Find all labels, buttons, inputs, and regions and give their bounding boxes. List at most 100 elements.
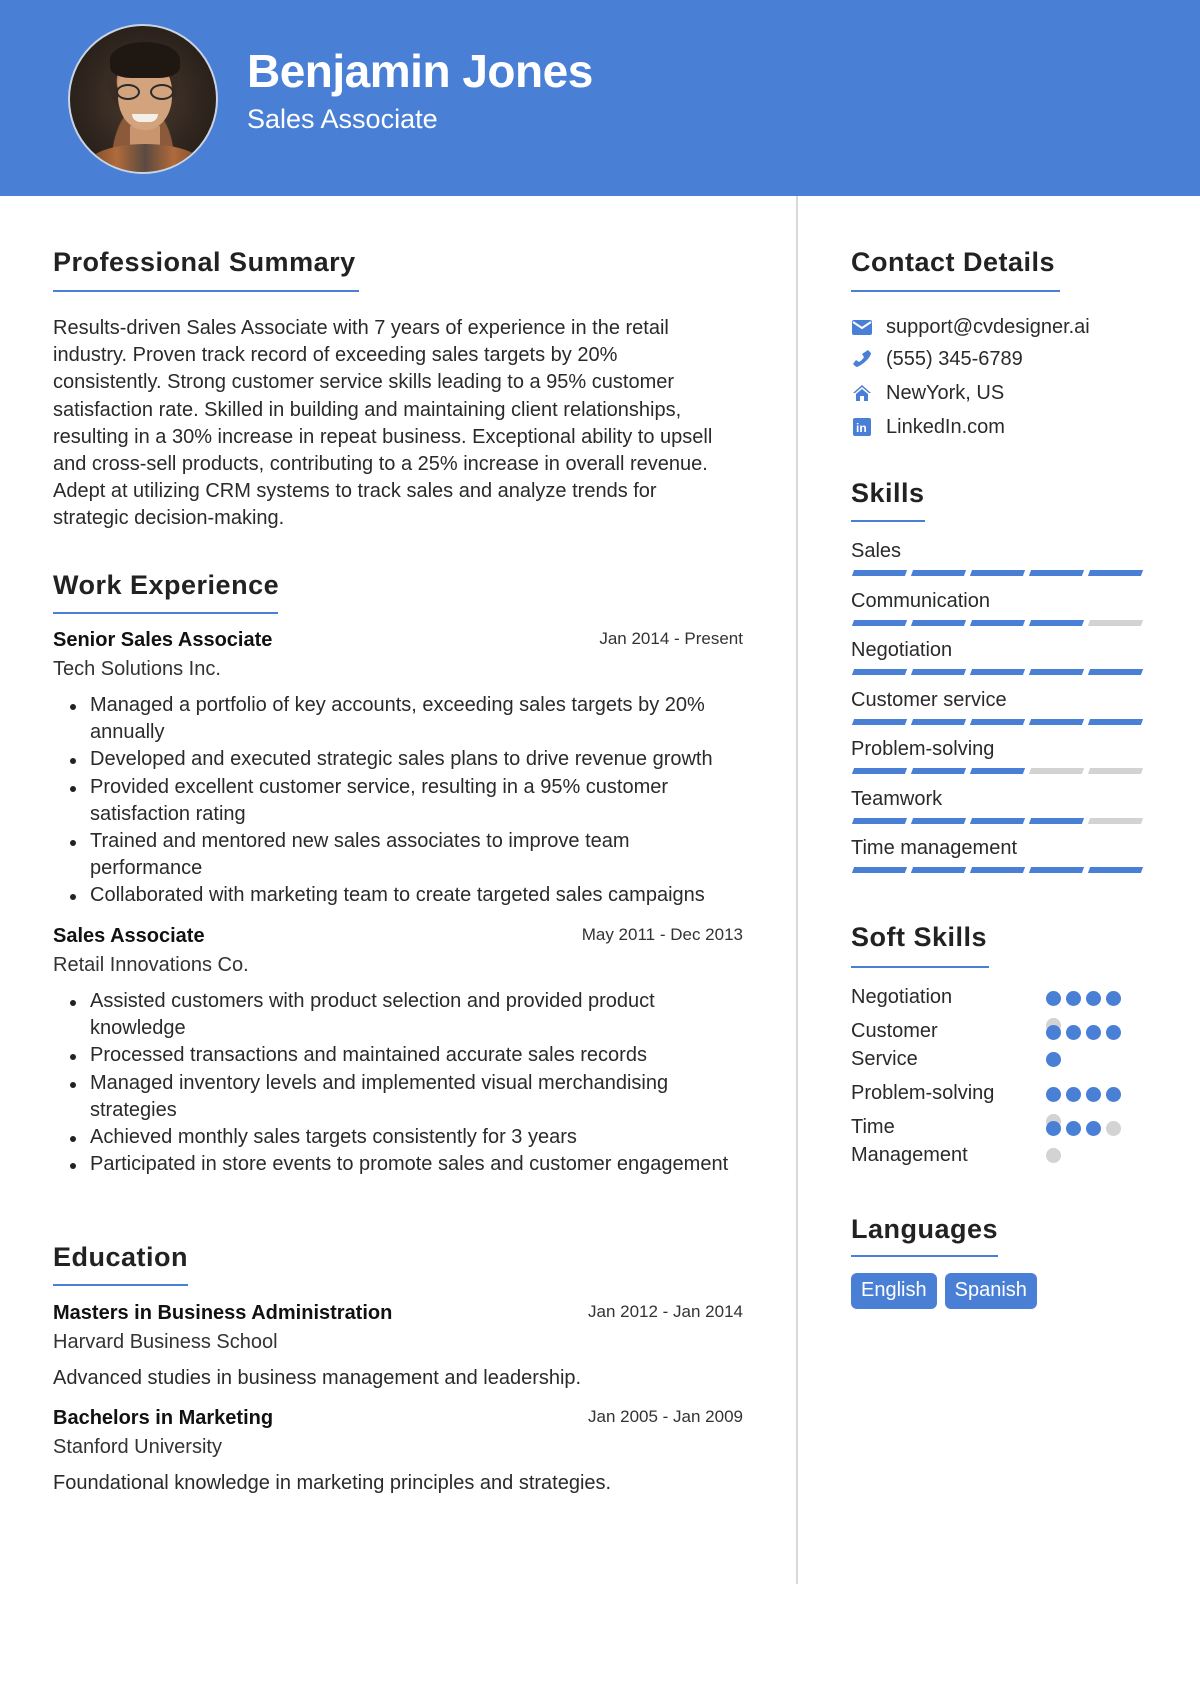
skill-segment-empty — [1087, 768, 1144, 774]
job-company: Tech Solutions Inc. — [53, 658, 221, 680]
resume-header: Benjamin Jones Sales Associate — [0, 0, 1200, 196]
skill-segment-empty — [1087, 817, 1144, 824]
rating-dot-filled — [1046, 1052, 1061, 1067]
skill-segment-filled — [969, 718, 1026, 725]
skill-segment-filled — [1087, 867, 1144, 873]
soft-skill-name: Customer Service — [851, 1020, 938, 1070]
section-title-education: Education — [53, 1242, 189, 1272]
linkedin-icon: in — [851, 416, 873, 438]
skill-segment-filled — [1028, 619, 1085, 626]
skill-segment-filled — [910, 867, 967, 873]
section-title-summary: Professional Summary — [53, 247, 356, 277]
list-item: Managed inventory levels and implemented… — [70, 1070, 743, 1124]
rating-dot-filled — [1086, 991, 1101, 1006]
section-underline — [53, 612, 278, 614]
rating-dot-filled — [1086, 1087, 1101, 1102]
skill-segment-filled — [910, 669, 967, 675]
rating-dot-filled — [1106, 1087, 1121, 1102]
section-underline — [851, 966, 989, 968]
skill-name: Sales — [851, 540, 902, 562]
skill-segment-filled — [910, 570, 967, 576]
skill-name: Problem-solving — [851, 738, 995, 760]
section-title-languages: Languages — [851, 1214, 999, 1244]
list-item: Processed transactions and maintained ac… — [70, 1042, 743, 1069]
rating-dot-filled — [1046, 1121, 1061, 1136]
section-underline — [851, 1255, 998, 1257]
skill-segment-empty — [1087, 619, 1144, 626]
job-bullets: Managed a portfolio of key accounts, exc… — [53, 692, 743, 910]
skill-name: Teamwork — [851, 787, 943, 810]
rating-dot-filled — [1046, 991, 1061, 1006]
section-title-soft-skills: Soft Skills — [851, 922, 988, 952]
language-list: English Spanish — [851, 1273, 1037, 1309]
section-underline — [851, 520, 925, 522]
soft-skill-name: Time Management — [851, 1116, 968, 1166]
contact-phone[interactable]: (555) 345-6789 — [851, 344, 1023, 374]
phone-icon — [851, 348, 873, 370]
job-date: May 2011 - Dec 2013 — [581, 925, 743, 944]
education-description: Foundational knowledge in marketing prin… — [53, 1472, 612, 1494]
skill-level-bar — [851, 718, 1144, 725]
rating-dot-filled — [1106, 991, 1121, 1006]
language-tag: Spanish — [944, 1273, 1037, 1309]
skill-segment-filled — [910, 768, 967, 774]
rating-dot-filled — [1046, 1087, 1061, 1102]
rating-dot-filled — [1066, 1087, 1081, 1102]
skill-name: Negotiation — [851, 639, 953, 661]
language-tag: English — [851, 1273, 937, 1309]
svg-text:in: in — [856, 421, 867, 435]
job-entry: Senior Sales Associate Jan 2014 - Presen… — [53, 629, 743, 910]
section-title-contact: Contact Details — [851, 247, 1056, 277]
school: Stanford University — [53, 1436, 222, 1458]
soft-skill-rating — [1046, 1121, 1128, 1175]
rating-dot-filled — [1046, 1025, 1061, 1040]
skill-level-bar — [851, 619, 1144, 626]
list-item: Trained and mentored new sales associate… — [70, 828, 743, 882]
job-title: Senior Sales Associate — [53, 629, 273, 651]
skill-level-bar — [851, 768, 1144, 774]
skill-segment-filled — [851, 867, 908, 873]
school: Harvard Business School — [53, 1331, 278, 1353]
rating-dot-filled — [1106, 1025, 1121, 1040]
job-title: Sales Associate — [53, 925, 205, 947]
contact-linkedin[interactable]: in LinkedIn.com — [851, 412, 1005, 442]
rating-dot-filled — [1066, 991, 1081, 1006]
skill-segment-filled — [910, 718, 967, 725]
list-item: Collaborated with marketing team to crea… — [70, 882, 743, 909]
skill-segment-empty — [1028, 768, 1085, 774]
column-divider — [796, 196, 798, 1584]
skill-segment-filled — [969, 619, 1026, 626]
degree: Bachelors in Marketing — [53, 1407, 274, 1429]
candidate-title: Sales Associate — [247, 104, 438, 134]
skill-name: Communication — [851, 589, 990, 612]
skill-segment-filled — [851, 619, 908, 626]
list-item: Managed a portfolio of key accounts, exc… — [70, 692, 743, 746]
education-description: Advanced studies in business management … — [53, 1367, 582, 1389]
skill-segment-filled — [1087, 669, 1144, 675]
rating-dot-filled — [1066, 1025, 1081, 1040]
section-underline — [53, 1284, 188, 1286]
contact-email[interactable]: support@cvdesigner.ai — [851, 312, 1090, 342]
skill-segment-filled — [851, 817, 908, 824]
education-date: Jan 2005 - Jan 2009 — [587, 1407, 743, 1426]
job-company: Retail Innovations Co. — [53, 954, 249, 976]
rating-dot-filled — [1086, 1025, 1101, 1040]
job-bullets: Assisted customers with product selectio… — [53, 988, 743, 1178]
list-item: Participated in store events to promote … — [70, 1151, 743, 1178]
skill-level-bar — [851, 817, 1144, 824]
rating-dot-empty — [1106, 1121, 1121, 1136]
candidate-name: Benjamin Jones — [247, 45, 593, 97]
skill-level-bar — [851, 570, 1144, 576]
contact-location: NewYork, US — [851, 378, 1004, 408]
skill-segment-filled — [969, 817, 1026, 824]
section-title-skills: Skills — [851, 478, 925, 508]
skill-name: Time management — [851, 837, 1017, 859]
skill-segment-filled — [851, 768, 908, 774]
skill-segment-filled — [1087, 718, 1144, 725]
job-date: Jan 2014 - Present — [599, 629, 743, 648]
skill-segment-filled — [1028, 718, 1085, 725]
rating-dot-filled — [1066, 1121, 1081, 1136]
rating-dot-empty — [1046, 1148, 1061, 1163]
skill-segment-filled — [1028, 669, 1085, 675]
section-title-work: Work Experience — [53, 570, 280, 600]
